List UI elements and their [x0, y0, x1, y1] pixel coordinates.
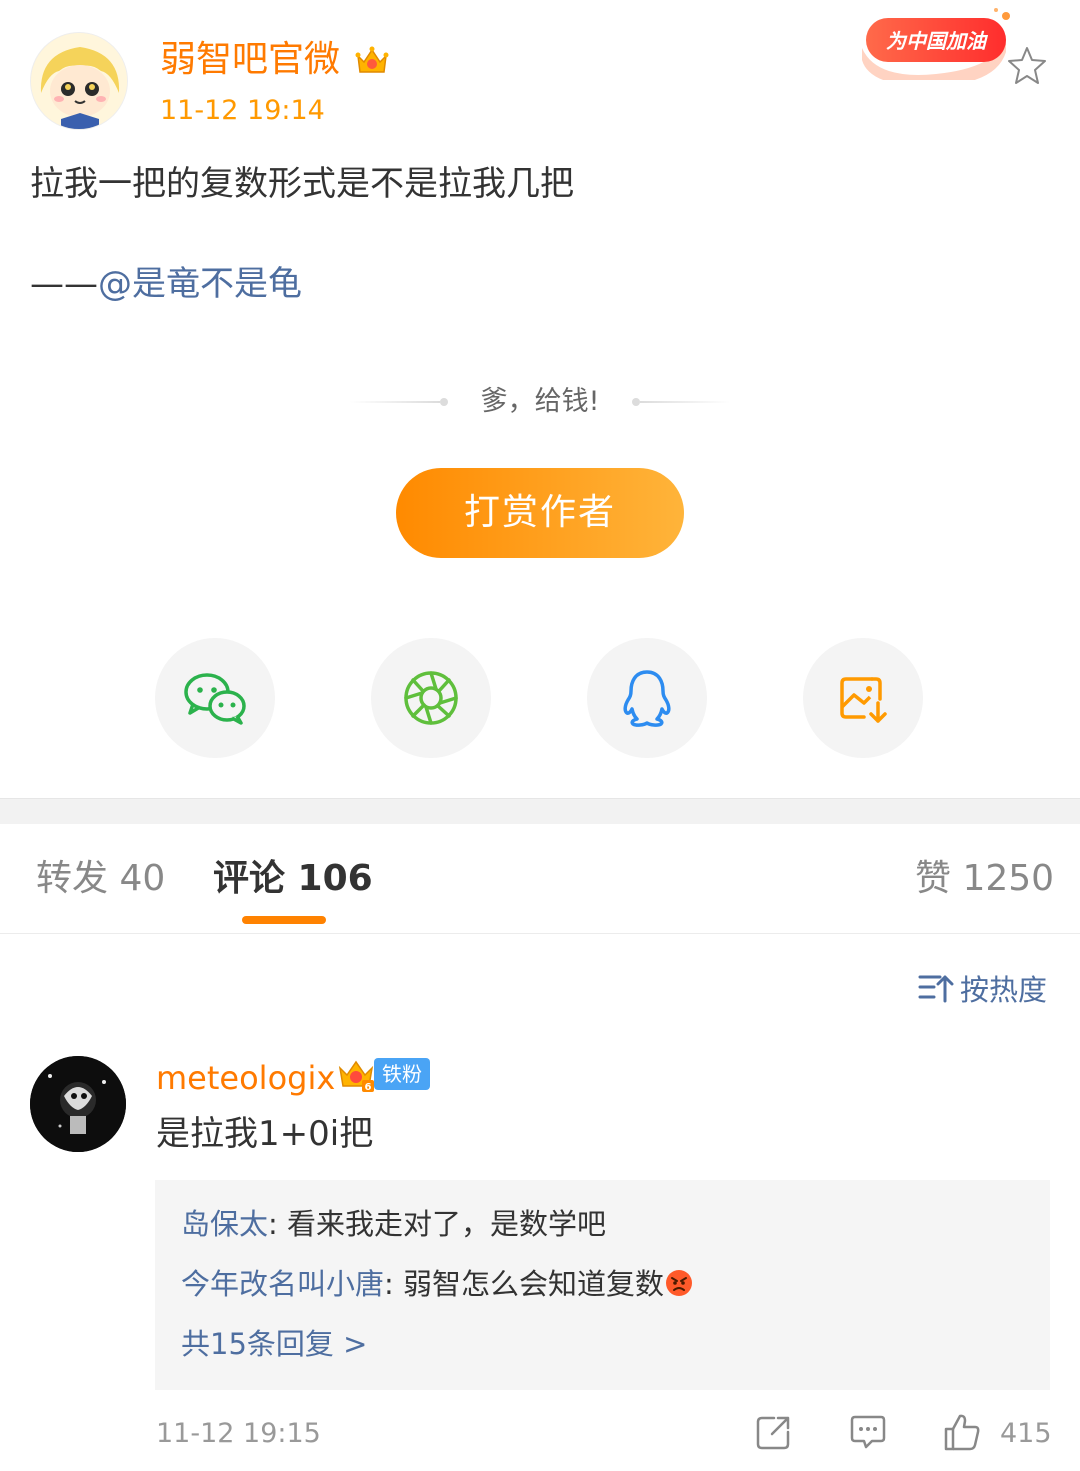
author-name[interactable]: 弱智吧官微 [160, 38, 340, 82]
iron-fan-badge: 铁粉 [374, 1058, 430, 1090]
save-image-button[interactable] [803, 638, 923, 758]
reply-item[interactable]: 岛保太: 看来我走对了，是数学吧 [181, 1202, 606, 1246]
qq-icon [623, 670, 671, 727]
cheer-china-badge: 为中国加油 [856, 8, 1016, 87]
active-tab-indicator [242, 916, 326, 924]
section-divider [0, 798, 1080, 824]
post-time: 11-12 19:14 [160, 95, 325, 126]
reply-item[interactable]: 今年改名叫小唐: 弱智怎么会知道复数 [181, 1262, 694, 1306]
comment-footer: 11-12 19:15 415 [0, 1410, 1080, 1460]
tab-comment[interactable]: 评论 106 [213, 854, 373, 904]
sort-by-heat-button[interactable]: 按热度 [918, 966, 1047, 1010]
reply-author[interactable]: 岛保太 [181, 1207, 268, 1241]
post-credit: ——@是竜不是龟 [30, 260, 302, 308]
reply-comment-icon[interactable] [848, 1412, 888, 1452]
wechat-icon [184, 673, 246, 725]
share-wechat-button[interactable] [155, 638, 275, 758]
reward-divider: 爹，给钱! [350, 384, 730, 424]
reply-author[interactable]: 今年改名叫小唐 [181, 1267, 384, 1301]
reward-author-button[interactable]: 打赏作者 [396, 468, 684, 558]
comment-time: 11-12 19:15 [156, 1418, 321, 1449]
angry-emoji-icon [666, 1270, 693, 1296]
author-avatar[interactable] [30, 32, 128, 130]
repost-icon[interactable] [754, 1412, 794, 1452]
like-count: 415 [1000, 1418, 1052, 1449]
post-text: 拉我一把的复数形式是不是拉我几把 [30, 164, 574, 204]
reply-text: : 看来我走对了，是数学吧 [268, 1207, 607, 1241]
commenter-avatar[interactable] [30, 1056, 126, 1152]
divider-dot-right [632, 398, 640, 406]
tab-repost[interactable]: 转发 40 [36, 854, 165, 904]
cheer-text: 为中国加油 [886, 29, 989, 53]
replies-box[interactable]: 岛保太: 看来我走对了，是数学吧 今年改名叫小唐: 弱智怎么会知道复数 共15条… [155, 1180, 1050, 1390]
moments-icon [404, 671, 458, 725]
credit-dash: —— [30, 264, 98, 304]
save-image-icon [840, 677, 887, 723]
post-header: 弱智吧官微 11-12 19:14 为中国加油 [0, 0, 1080, 140]
tab-bar: 转发 40 评论 106 赞 1250 [0, 824, 1080, 934]
sort-icon [918, 975, 954, 1003]
reply-text: : 弱智怎么会知道复数 [384, 1267, 665, 1301]
view-all-replies-link[interactable]: 共15条回复 > [181, 1322, 367, 1366]
favorite-star-icon[interactable] [1005, 44, 1049, 88]
commenter-name[interactable]: meteologix [156, 1056, 335, 1100]
mention-link[interactable]: @是竜不是龟 [98, 264, 302, 304]
like-thumb-icon[interactable] [942, 1412, 982, 1452]
tab-like[interactable]: 赞 1250 [915, 854, 1054, 904]
svg-text:6: 6 [365, 1082, 372, 1093]
share-moments-button[interactable] [371, 638, 491, 758]
share-row [0, 638, 1080, 758]
crown-icon [355, 46, 389, 73]
sort-label: 按热度 [960, 973, 1048, 1007]
comment-text: 是拉我1+0i把 [156, 1114, 374, 1154]
divider-line-right [640, 401, 730, 403]
crown-level-icon: 6 [338, 1060, 374, 1093]
share-qq-button[interactable] [587, 638, 707, 758]
